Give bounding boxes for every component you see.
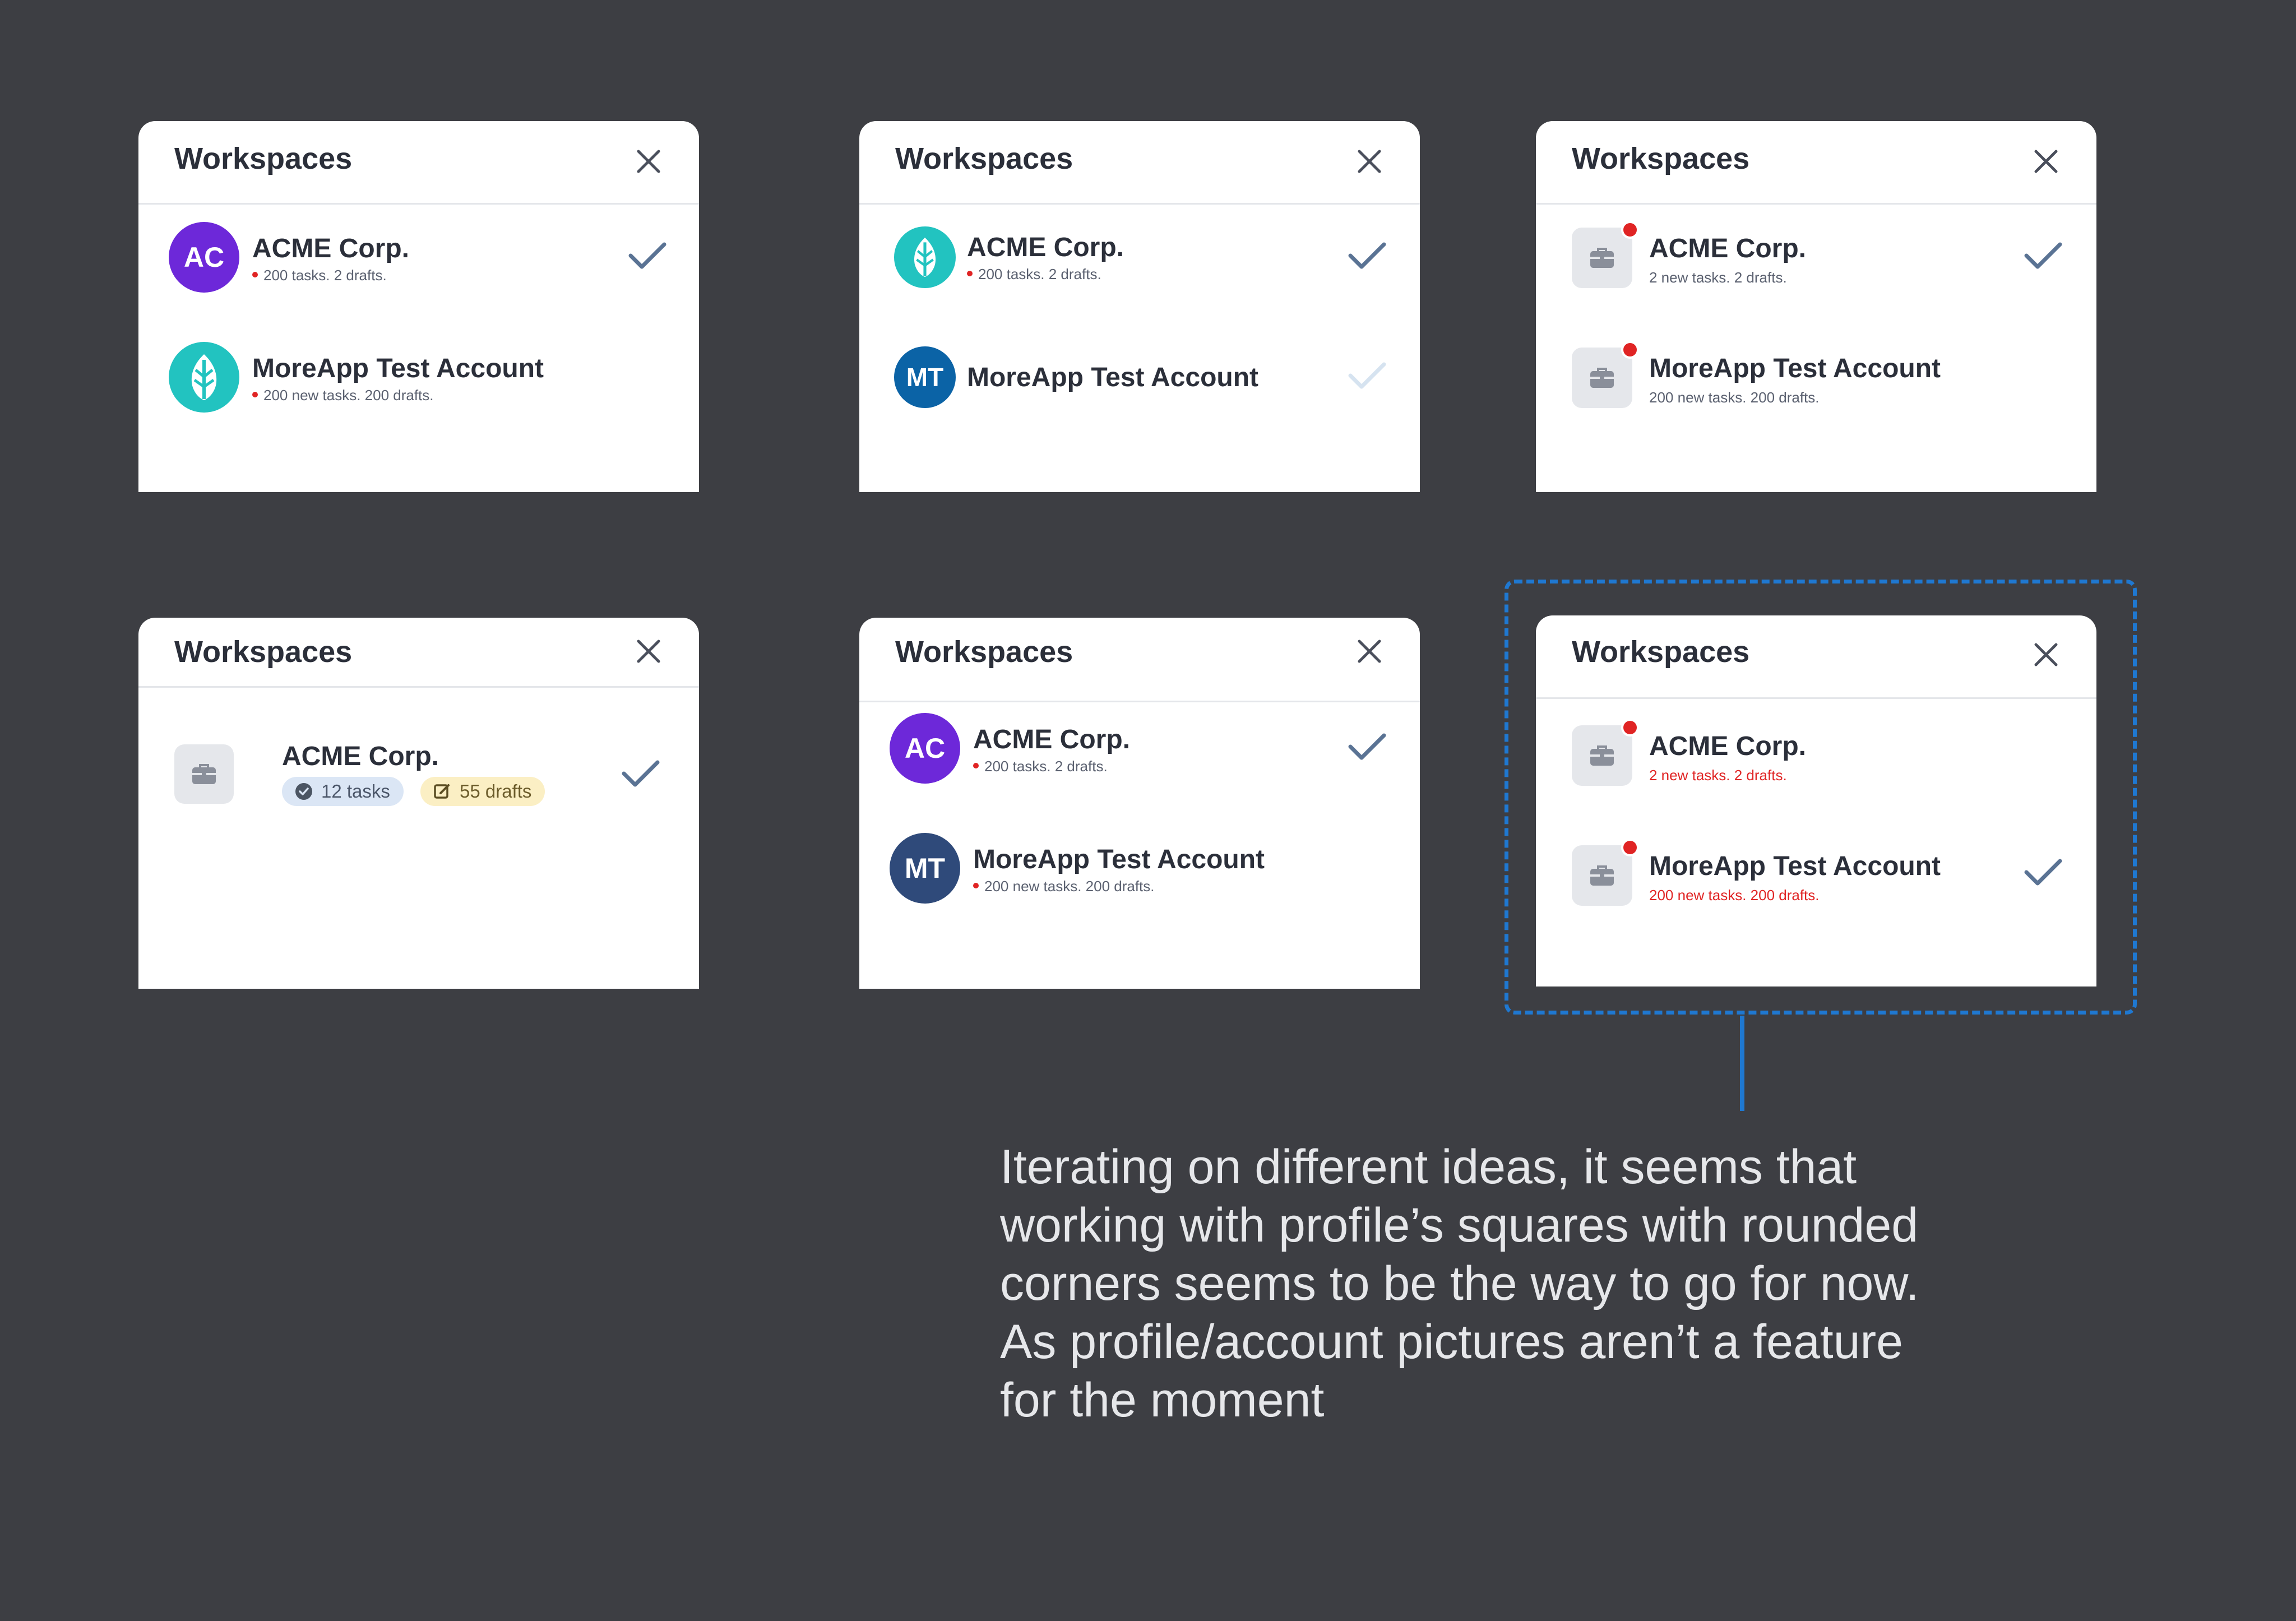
leaf-logo-icon bbox=[191, 354, 217, 400]
panel-header: Workspaces bbox=[1536, 121, 2096, 205]
workspace-summary: 2 new tasks. 2 drafts. bbox=[1649, 767, 1787, 784]
workspace-name: MoreApp Test Account bbox=[252, 354, 544, 383]
notification-dot bbox=[252, 392, 258, 398]
briefcase-icon bbox=[1590, 248, 1614, 268]
notification-dot bbox=[252, 272, 258, 278]
workspace-name: ACME Corp. bbox=[282, 742, 439, 771]
drafts-badge: 55 drafts bbox=[420, 777, 545, 806]
avatar bbox=[1572, 221, 1639, 288]
workspaces-panel: Workspaces AC ACME Corp. 200 tasks. 2 dr… bbox=[859, 618, 1420, 989]
avatar bbox=[169, 342, 239, 413]
annotation-connector bbox=[1740, 1016, 1744, 1111]
close-icon[interactable] bbox=[1353, 145, 1386, 178]
workspace-item-acme[interactable]: ACME Corp. 2 new tasks. 2 drafts. bbox=[1536, 211, 2096, 300]
workspace-item-moreapp[interactable]: MoreApp Test Account 200 new tasks. 200 … bbox=[1536, 331, 2096, 420]
workspace-name: MoreApp Test Account bbox=[1649, 354, 1941, 383]
panel-title: Workspaces bbox=[174, 635, 353, 669]
panel-header: Workspaces bbox=[138, 121, 699, 205]
avatar bbox=[894, 226, 956, 288]
panel-header: Workspaces bbox=[138, 618, 699, 688]
workspace-item-moreapp[interactable]: MT MoreApp Test Account bbox=[859, 331, 1420, 420]
close-icon[interactable] bbox=[2029, 638, 2063, 671]
close-icon[interactable] bbox=[632, 634, 665, 668]
panel-title: Workspaces bbox=[895, 142, 1073, 175]
panel-title: Workspaces bbox=[1572, 142, 1750, 175]
avatar bbox=[1572, 341, 1639, 408]
notification-dot bbox=[1621, 221, 1639, 239]
workspaces-panel: Workspaces ACME Corp. 200 tasks. 2 draft… bbox=[859, 121, 1420, 492]
workspace-name: ACME Corp. bbox=[973, 725, 1130, 754]
workspaces-panel: Workspaces ACME Corp. 2 new tasks. 2 dra… bbox=[1536, 121, 2096, 492]
workspaces-panel: Workspaces ACME Corp. 12 tasks 55 drafts bbox=[138, 618, 699, 989]
tasks-badge: 12 tasks bbox=[282, 777, 404, 806]
workspace-item-acme[interactable]: ACME Corp. 12 tasks 55 drafts bbox=[138, 741, 699, 831]
workspace-name: ACME Corp. bbox=[1649, 731, 1806, 761]
avatar: MT bbox=[890, 833, 960, 904]
workspaces-panel: Workspaces AC ACME Corp. 200 tasks. 2 dr… bbox=[138, 121, 699, 492]
workspace-summary: 200 new tasks. 200 drafts. bbox=[1649, 887, 1820, 904]
checkmark-icon bbox=[1348, 242, 1386, 269]
workspace-item-acme[interactable]: AC ACME Corp. 200 tasks. 2 drafts. bbox=[859, 710, 1420, 799]
panel-header: Workspaces bbox=[859, 618, 1420, 702]
workspace-name: ACME Corp. bbox=[1649, 234, 1806, 263]
workspace-summary: 200 new tasks. 200 drafts. bbox=[252, 387, 434, 404]
leaf-logo-icon bbox=[914, 237, 936, 277]
notification-dot bbox=[967, 271, 973, 277]
workspace-summary: 200 tasks. 2 drafts. bbox=[967, 266, 1101, 283]
workspace-item-acme[interactable]: ACME Corp. 2 new tasks. 2 drafts. bbox=[1536, 708, 2096, 798]
workspaces-panel: Workspaces ACME Corp. 2 new tasks. 2 dra… bbox=[1536, 615, 2096, 987]
notification-dot bbox=[973, 763, 979, 769]
workspace-item-moreapp[interactable]: MT MoreApp Test Account 200 new tasks. 2… bbox=[859, 830, 1420, 919]
checkmark-icon bbox=[628, 242, 666, 269]
notification-dot bbox=[1621, 719, 1639, 737]
design-annotation: Iterating on different ideas, it seems t… bbox=[1000, 1140, 1919, 1427]
workspace-item-acme[interactable]: ACME Corp. 200 tasks. 2 drafts. bbox=[859, 211, 1420, 300]
workspace-summary: 200 tasks. 2 drafts. bbox=[973, 758, 1108, 775]
workspace-name: ACME Corp. bbox=[252, 234, 409, 263]
panel-title: Workspaces bbox=[1572, 635, 1750, 669]
checkmark-icon bbox=[1348, 362, 1386, 389]
briefcase-icon bbox=[1590, 368, 1614, 388]
workspace-name: MoreApp Test Account bbox=[1649, 851, 1941, 881]
avatar bbox=[1572, 719, 1639, 786]
workspace-item-moreapp[interactable]: MoreApp Test Account 200 new tasks. 200 … bbox=[1536, 828, 2096, 918]
avatar: MT bbox=[894, 346, 956, 408]
avatar bbox=[174, 744, 234, 804]
avatar: AC bbox=[169, 222, 239, 293]
panel-title: Workspaces bbox=[174, 142, 353, 175]
close-icon[interactable] bbox=[632, 145, 665, 178]
checkmark-icon bbox=[622, 760, 660, 787]
workspace-summary: 2 new tasks. 2 drafts. bbox=[1649, 269, 1787, 286]
edit-icon bbox=[434, 784, 450, 799]
workspace-summary: 200 tasks. 2 drafts. bbox=[252, 267, 387, 284]
workspace-summary: 200 new tasks. 200 drafts. bbox=[1649, 389, 1820, 406]
briefcase-icon bbox=[192, 764, 216, 784]
workspace-name: MoreApp Test Account bbox=[973, 845, 1265, 874]
panel-header: Workspaces bbox=[859, 121, 1420, 205]
check-circle-icon bbox=[295, 783, 312, 800]
notification-dot bbox=[1621, 341, 1639, 359]
notification-dot bbox=[973, 883, 979, 889]
close-icon[interactable] bbox=[1353, 634, 1386, 668]
briefcase-icon bbox=[1590, 745, 1614, 766]
close-icon[interactable] bbox=[2029, 145, 2063, 178]
workspace-item-acme[interactable]: AC ACME Corp. 200 tasks. 2 drafts. bbox=[138, 211, 699, 300]
workspace-name: ACME Corp. bbox=[967, 233, 1124, 262]
workspace-name: MoreApp Test Account bbox=[967, 363, 1259, 392]
checkmark-icon bbox=[2024, 242, 2062, 269]
avatar bbox=[1572, 839, 1639, 906]
panel-header: Workspaces bbox=[1536, 615, 2096, 699]
checkmark-icon bbox=[1348, 733, 1386, 760]
workspace-item-moreapp[interactable]: MoreApp Test Account 200 new tasks. 200 … bbox=[138, 331, 699, 420]
briefcase-icon bbox=[1590, 865, 1614, 886]
checkmark-icon bbox=[2024, 859, 2062, 886]
avatar: AC bbox=[890, 713, 960, 784]
workspace-summary: 200 new tasks. 200 drafts. bbox=[973, 878, 1155, 895]
panel-title: Workspaces bbox=[895, 635, 1073, 669]
notification-dot bbox=[1621, 839, 1639, 856]
